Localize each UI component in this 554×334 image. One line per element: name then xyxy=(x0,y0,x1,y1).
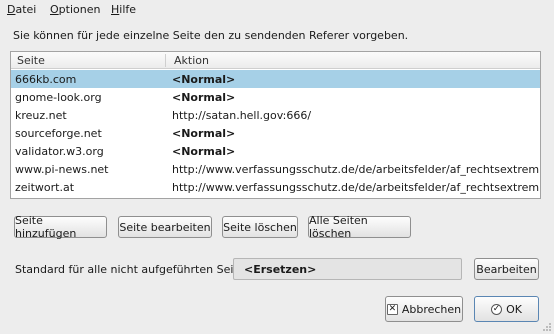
standard-value-field: <Ersetzen> xyxy=(233,258,462,280)
menu-hilfe[interactable]: Hilfe xyxy=(111,3,136,16)
table-row[interactable]: www.pi-news.net http://www.verfassungssch… xyxy=(11,160,540,178)
action-cell: http://satan.hell.gov:666/ xyxy=(172,109,312,122)
table-row[interactable]: zeitwort.at http://www.verfassungsschutz.… xyxy=(11,178,540,196)
action-cell: http://www.verfassungsschutz.de/de/arbei… xyxy=(172,163,541,176)
column-separator xyxy=(165,54,166,67)
column-header-seite[interactable]: Seite xyxy=(17,54,45,67)
action-cell: <Normal> xyxy=(172,127,236,140)
site-cell: validator.w3.org xyxy=(15,145,104,158)
table-row[interactable]: kreuz.net http://satan.hell.gov:666/ xyxy=(11,106,540,124)
action-cell: <Normal> xyxy=(172,73,236,86)
site-cell: 666kb.com xyxy=(15,73,77,86)
table-row[interactable]: sourceforge.net <Normal> xyxy=(11,124,540,142)
table-row[interactable]: 666kb.com <Normal> xyxy=(11,70,540,88)
table-header: Seite Aktion xyxy=(11,52,540,69)
delete-site-button[interactable]: Seite löschen xyxy=(222,216,298,238)
table-row[interactable]: gnome-look.org <Normal> xyxy=(11,88,540,106)
edit-standard-button[interactable]: Bearbeiten xyxy=(474,258,539,280)
delete-all-sites-button[interactable]: Alle Seiten löschen xyxy=(308,214,411,240)
site-cell: gnome-look.org xyxy=(15,91,102,104)
ok-button[interactable]: ✓ OK xyxy=(474,296,539,322)
site-cell: www.pi-news.net xyxy=(15,163,109,176)
menubar: Datei Optionen Hilfe xyxy=(0,0,554,21)
close-icon: ✕ xyxy=(386,303,398,315)
add-site-button[interactable]: Seite hinzufügen xyxy=(14,214,107,240)
checkmark-icon: ✓ xyxy=(491,303,503,315)
action-cell: http://www.verfassungsschutz.de/de/arbei… xyxy=(172,181,541,194)
site-cell: zeitwort.at xyxy=(15,181,75,194)
site-cell: sourceforge.net xyxy=(15,127,102,140)
table-row[interactable]: validator.w3.org <Normal> xyxy=(11,142,540,160)
menu-optionen[interactable]: Optionen xyxy=(50,3,100,16)
site-cell: kreuz.net xyxy=(15,109,67,122)
cancel-label: Abbrechen xyxy=(401,302,462,316)
referer-table[interactable]: Seite Aktion 666kb.com <Normal> gnome-look… xyxy=(10,51,541,199)
cancel-button[interactable]: ✕ Abbrechen xyxy=(385,296,463,322)
ok-label: OK xyxy=(506,302,522,316)
action-cell: <Normal> xyxy=(172,91,236,104)
column-header-aktion[interactable]: Aktion xyxy=(174,54,209,67)
intro-text: Sie können für jede einzelne Seite den z… xyxy=(13,29,409,42)
standard-label: Standard für alle nicht aufgeführten Sei… xyxy=(15,263,256,276)
edit-site-button[interactable]: Seite bearbeiten xyxy=(118,216,212,238)
resize-grip-icon[interactable] xyxy=(542,322,552,332)
action-cell: <Normal> xyxy=(172,145,236,158)
menu-datei[interactable]: Datei xyxy=(7,3,36,16)
